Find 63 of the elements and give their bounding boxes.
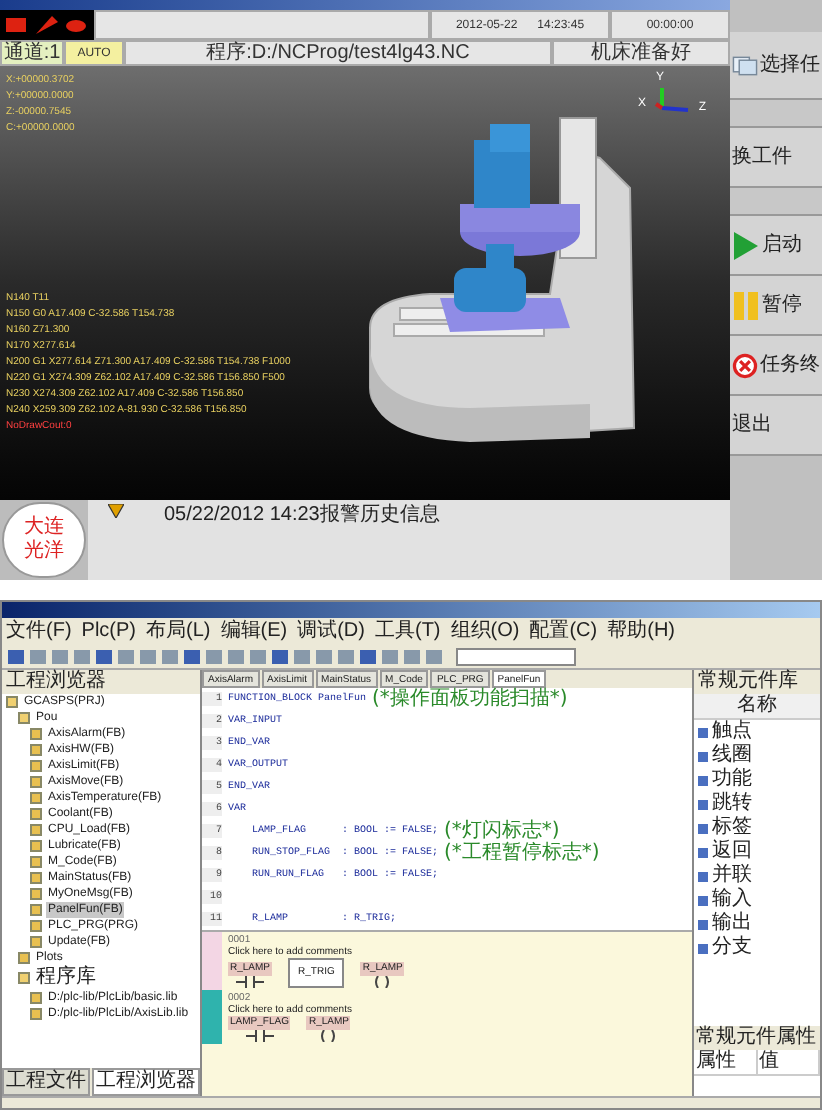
tree-item[interactable]: 程序库 — [34, 966, 98, 990]
menu-item[interactable]: 配置(C) — [529, 619, 598, 643]
alarm-message: 05/22/2012 14:23报警历史信息 — [164, 504, 440, 528]
library-item[interactable]: 标签 — [712, 816, 752, 840]
element-icon — [698, 727, 708, 737]
panel-title: 工程浏览器 — [2, 670, 200, 694]
column-header: 值 — [757, 1050, 820, 1074]
documents-icon — [732, 51, 758, 79]
code-comment: (*灯闪标志*) — [444, 819, 560, 841]
library-item[interactable]: 分支 — [712, 936, 752, 960]
warning-icon — [108, 504, 124, 518]
search-field[interactable] — [456, 647, 576, 665]
element-icon — [698, 775, 708, 785]
element-icon — [698, 823, 708, 833]
folder-icon — [18, 972, 30, 984]
contact-icon — [245, 1030, 274, 1042]
element-icon — [698, 943, 708, 953]
pause-icon — [732, 289, 760, 321]
panel-title: 常规元件库 — [694, 670, 820, 694]
element-icon — [698, 919, 708, 929]
element-icon — [698, 871, 708, 881]
library-item[interactable]: 并联 — [712, 864, 752, 888]
menu-item[interactable]: 组织(O) — [450, 619, 520, 643]
menu-item[interactable]: 编辑(E) — [220, 619, 288, 643]
library-item[interactable]: 跳转 — [712, 792, 752, 816]
library-item[interactable]: 线圈 — [712, 744, 752, 768]
element-icon — [698, 895, 708, 905]
panel-tab[interactable]: 工程浏览器 — [92, 1068, 200, 1096]
code-comment: (*工程暂停标志*) — [444, 841, 600, 865]
program-path: 程序:D:/NCProg/test4lg43.NC — [124, 40, 552, 66]
side-button[interactable]: 启动 — [730, 216, 822, 276]
side-button[interactable]: 任务终 — [730, 336, 822, 396]
element-icon — [698, 799, 708, 809]
side-button[interactable]: 退出 — [730, 396, 822, 456]
menu-item[interactable]: 文件(F) — [6, 619, 72, 643]
channel-label: 通道:1 — [0, 40, 64, 66]
code-comment: (*操作面板功能扫描*) — [372, 687, 568, 711]
menu-item[interactable]: 工具(T) — [374, 619, 441, 643]
menu-item[interactable]: 布局(L) — [146, 619, 211, 643]
panel-tab[interactable]: 工程文件 — [2, 1068, 90, 1096]
side-button[interactable]: 选择任 — [730, 32, 822, 100]
menu-item[interactable]: 调试(D) — [297, 619, 365, 643]
axis-gizmo-icon — [654, 86, 690, 114]
contact-icon — [236, 976, 264, 988]
column-header: 属性 — [694, 1050, 757, 1074]
toolbar-icons-drawing[interactable] — [8, 647, 448, 665]
panel-title: 常规元件属性 — [694, 1026, 820, 1050]
library-item[interactable]: 输出 — [712, 912, 752, 936]
cancel-icon — [732, 349, 758, 381]
element-icon — [698, 751, 708, 761]
machine-status: 机床准备好 — [552, 40, 730, 66]
library-item[interactable]: 输入 — [712, 888, 752, 912]
menu-item[interactable]: Plc(P) — [81, 619, 137, 643]
library-item[interactable]: 触点 — [712, 720, 752, 744]
menu-item[interactable]: 帮助(H) — [607, 619, 675, 643]
side-button[interactable]: 暂停 — [730, 276, 822, 336]
library-item[interactable]: 功能 — [712, 768, 752, 792]
side-button[interactable]: 换工件 — [730, 128, 822, 188]
column-header: 名称 — [694, 694, 820, 720]
element-icon — [698, 847, 708, 857]
library-item[interactable]: 返回 — [712, 840, 752, 864]
brand-logo[interactable]: 大连光洋 — [2, 502, 86, 578]
brand-icons — [0, 10, 94, 40]
